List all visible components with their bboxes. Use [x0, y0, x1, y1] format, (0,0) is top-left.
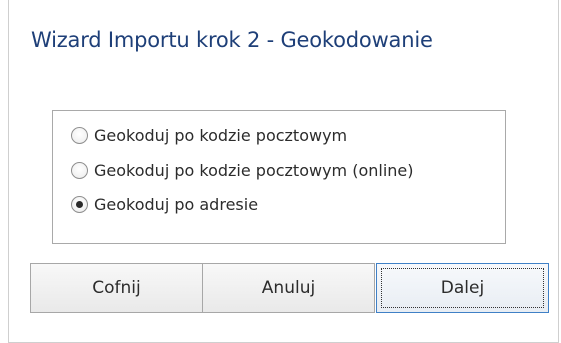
import-wizard-dialog: Wizard Importu krok 2 - Geokodowanie Geo…	[8, 0, 559, 343]
radio-button[interactable]	[71, 161, 88, 179]
option-label: Geokoduj po kodzie pocztowym (online)	[94, 160, 414, 180]
cancel-button-label: Anuluj	[261, 278, 316, 298]
option-postal-code-online[interactable]: Geokoduj po kodzie pocztowym (online)	[71, 158, 414, 182]
back-button[interactable]: Cofnij	[30, 263, 203, 313]
option-label: Geokoduj po kodzie pocztowym	[94, 125, 348, 145]
radio-button-selected[interactable]	[71, 195, 88, 213]
focus-indicator	[381, 268, 544, 308]
option-label: Geokoduj po adresie	[94, 194, 259, 214]
dialog-title: Wizard Importu krok 2 - Geokodowanie	[31, 28, 433, 52]
back-button-label: Cofnij	[92, 278, 141, 298]
next-button[interactable]: Dalej	[376, 263, 549, 313]
button-row: Cofnij Anuluj Dalej	[30, 263, 549, 313]
option-address[interactable]: Geokoduj po adresie	[71, 192, 258, 216]
option-postal-code[interactable]: Geokoduj po kodzie pocztowym	[71, 123, 347, 147]
radio-button[interactable]	[71, 126, 88, 144]
cancel-button[interactable]: Anuluj	[202, 263, 375, 313]
geocoding-options-group: Geokoduj po kodzie pocztowym Geokoduj po…	[52, 110, 506, 244]
